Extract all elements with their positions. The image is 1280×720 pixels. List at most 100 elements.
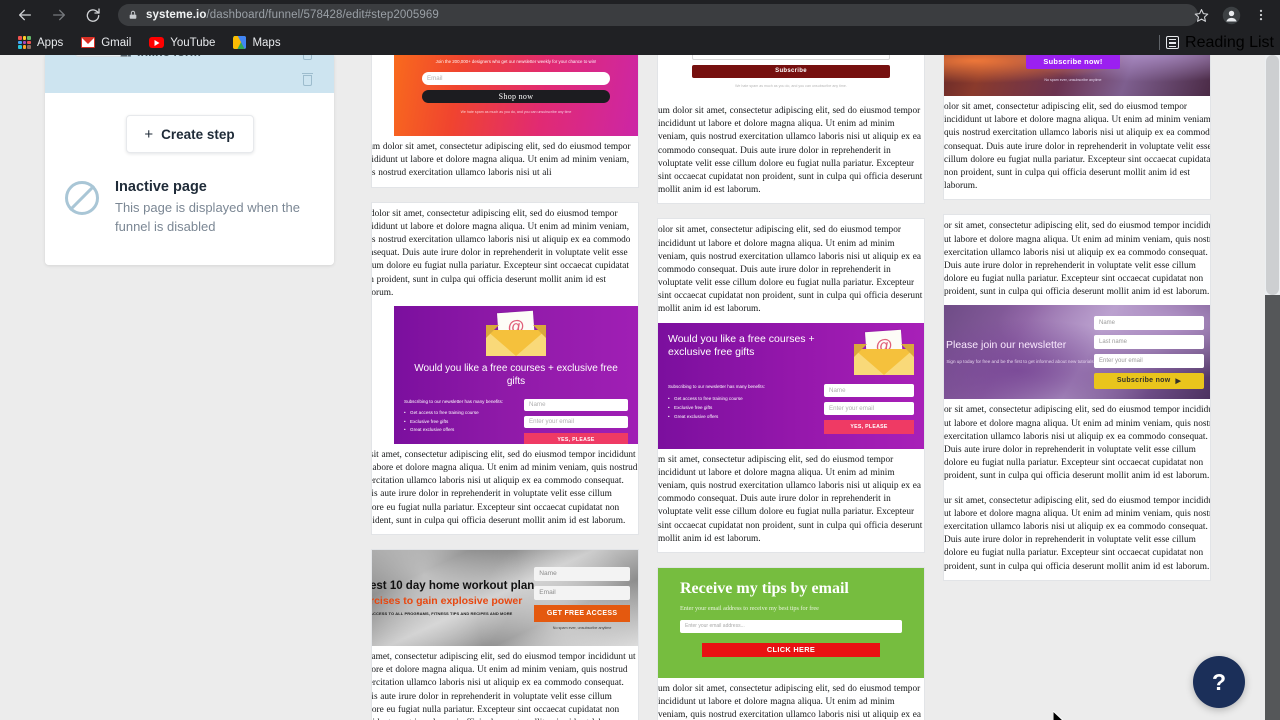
forward-arrow-icon[interactable] [46,2,72,28]
receive-tips-subhead: Enter your email address to receive my b… [680,604,819,612]
subscribe-now-button[interactable]: Subscribe now ▶ [1094,372,1204,389]
benefits-list: Get access to free training course Exclu… [668,394,816,422]
email-input[interactable]: Email [534,585,630,600]
inactive-page-description: This page is displayed when the funnel i… [115,200,301,234]
template-gallery[interactable]: smartphone? Join the 200,000+ designers … [355,55,1262,720]
join-newsletter-subhead: Sign up today for free and be the first … [946,358,1094,364]
template-lorem-8: um dolor sit amet, consectetur adipiscin… [658,683,921,720]
benefit-item: Great exclusive offers [404,426,516,435]
ban-circle-icon [65,181,99,215]
bookmark-apps-label: Apps [37,36,64,49]
click-here-button[interactable]: CLICK HERE [702,642,880,657]
email-input[interactable]: Enter your email [524,415,628,428]
name-input[interactable]: Name [534,566,630,581]
trash-icon[interactable] [302,72,313,86]
reading-list-button[interactable]: Reading List [1159,30,1274,55]
create-step-label: Create step [161,126,235,142]
envelope-at-icon: @ [854,329,914,375]
bookmark-gmail[interactable]: Gmail [73,30,139,55]
bookmark-youtube[interactable]: YouTube [141,30,223,55]
template-thumbnail: Would you like a free courses + exclusiv… [658,322,924,449]
template-card-designers-subscribe[interactable]: Join the 200,000+ designers who get our … [657,55,925,205]
template-lorem-2: m dolor sit amet, consectetur adipiscing… [371,208,631,298]
subscribe-now-button[interactable]: Subscribe now! [1026,55,1120,69]
subscribe-now-label: Subscribe now [1116,377,1171,385]
name-input[interactable]: Name [524,398,628,411]
smartphone-disclaimer: We hate spam as much as you do, and you … [460,110,572,115]
benefits-heading: Subscribing to our newsletter has many b… [668,383,766,389]
template-card-join-newsletter[interactable]: or sit amet, consectetur adipiscing elit… [943,214,1211,581]
url-text: systeme.io/dashboard/funnel/578428/edit#… [146,9,439,21]
receive-tips-template-art: Receive my tips by email Enter your emai… [658,567,924,678]
url-domain: systeme.io [146,9,207,21]
smartphone-template-art: smartphone? Join the 200,000+ designers … [394,55,638,136]
template-lorem-5: um dolor sit amet, consectetur adipiscin… [658,106,923,196]
bookmark-maps[interactable]: Maps [225,30,288,55]
reload-icon[interactable] [80,2,106,28]
template-card-free-courses[interactable]: m dolor sit amet, consectetur adipiscing… [371,201,639,535]
bookmark-star-icon[interactable] [1188,2,1214,28]
smartphone-email-input[interactable]: Email [422,72,610,86]
template-thumbnail: Receive my tips by email Enter your emai… [658,567,924,678]
receive-tips-headline: Receive my tips by email [680,579,849,597]
get-free-access-button[interactable]: GET FREE ACCESS [534,604,630,622]
trash-icon[interactable] [303,55,312,60]
yes-please-button[interactable]: YES, PLEASE [524,432,628,444]
template-card-receive-tips[interactable]: Receive my tips by email Enter your emai… [657,566,925,720]
bookmarks-divider [1159,35,1161,50]
benefit-item: Exclusive free gifts [404,418,516,427]
subscribe-now-disclaimer: No spam ever, unsubscribe anytime [1044,78,1102,82]
template-thumbnail: Please join our newsletter Sign up today… [944,305,1210,400]
help-button[interactable]: ? [1193,656,1245,708]
template-lorem-10: olor sit amet, consectetur adipiscing el… [944,102,1211,192]
template-lorem-11: or sit amet, consectetur adipiscing elit… [944,221,1211,298]
workout-template-art: est 10 day home workout plan rcises to g… [372,550,638,646]
three-dot-menu-icon[interactable] [1248,2,1274,28]
free-courses-template-art: @ Would you like a free courses + exclus… [394,305,638,444]
profile-avatar-icon[interactable] [1218,2,1244,28]
bookmark-gmail-label: Gmail [101,36,132,49]
inactive-page-title: Inactive page [115,179,207,195]
scrollbar-thumb[interactable] [1266,55,1279,295]
youtube-icon [149,37,165,48]
bookmark-apps[interactable]: Apps [10,30,71,55]
name-input[interactable]: Name [1094,315,1204,330]
toolbar-right-actions [1184,0,1280,30]
bookmark-maps-label: Maps [252,36,281,49]
inactive-page-text: Inactive page This page is displayed whe… [115,179,310,237]
template-card-workout[interactable]: est 10 day home workout plan rcises to g… [371,549,639,720]
designers-subscribe-template-art: Join the 200,000+ designers who get our … [658,55,924,100]
subscribe-button[interactable]: Subscribe [692,64,890,78]
template-card-subscribe-now[interactable]: Subscribe now! No spam ever, unsubscribe… [943,55,1211,201]
smartphone-subtext: Join the 200,000+ designers who get our … [435,59,597,64]
panel-body: + Create step Inactive page This page is… [45,93,334,265]
yes-please-button[interactable]: YES, PLEASE [824,419,914,434]
page-scrollbar[interactable] [1265,55,1280,720]
template-card-smartphone[interactable]: smartphone? Join the 200,000+ designers … [371,55,639,188]
template-lorem-6: olor sit amet, consectetur adipiscing el… [658,225,923,315]
template-thumbnail: Join the 200,000+ designers who get our … [658,55,924,100]
template-thumbnail: @ Would you like a free courses + exclus… [372,305,638,444]
email-input[interactable]: Enter your email [1094,353,1204,368]
inactive-page-block: Inactive page This page is displayed whe… [45,153,334,241]
step-row-inline-form[interactable]: Inline form [45,55,334,93]
free-courses-alt-template-art: Would you like a free courses + exclusiv… [658,322,924,449]
email-input[interactable]: Email [692,55,890,60]
create-step-button[interactable]: + Create step [125,115,254,153]
name-input[interactable]: Name [824,383,914,397]
template-lorem-3: m sit amet, consectetur adipiscing elit,… [371,449,638,526]
funnel-steps-panel: Inline form + Create step Inactive page … [45,55,334,265]
template-lorem-12: or sit amet, consectetur adipiscing elit… [944,405,1211,482]
workout-subhead: rcises to gain explosive power [372,595,523,608]
template-thumbnail: est 10 day home workout plan rcises to g… [372,550,638,646]
email-input[interactable]: Enter your email [824,401,914,415]
people-icon [120,55,131,57]
back-arrow-icon[interactable] [12,2,38,28]
lastname-input[interactable]: Last name [1094,334,1204,349]
address-bar[interactable]: systeme.io/dashboard/funnel/578428/edit#… [118,4,1198,26]
template-column-1: smartphone? Join the 200,000+ designers … [371,55,639,720]
email-input[interactable]: Enter your email address... [680,619,902,633]
smartphone-shop-now-button[interactable]: Shop now [422,90,610,104]
gmail-icon [81,37,96,48]
template-card-free-courses-alt[interactable]: olor sit amet, consectetur adipiscing el… [657,218,925,553]
